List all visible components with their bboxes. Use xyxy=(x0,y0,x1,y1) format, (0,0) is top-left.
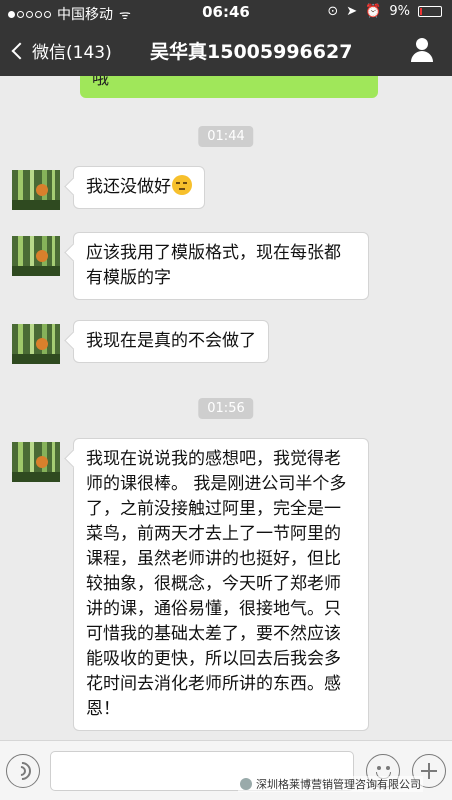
back-chevron-icon xyxy=(11,42,29,59)
incoming-message-bubble[interactable]: 应该我用了模版格式，现在每张都有模版的字 xyxy=(73,232,369,300)
battery-icon xyxy=(418,6,442,17)
message-text: 应该我用了模版格式，现在每张都有模版的字 xyxy=(86,243,341,288)
message-text: 我现在是真的不会做了 xyxy=(86,331,256,351)
location-icon: ➤ xyxy=(346,4,358,19)
back-label: 微信(143) xyxy=(32,43,112,63)
contact-avatar[interactable] xyxy=(12,236,60,276)
incoming-message-bubble[interactable]: 我还没做好 xyxy=(73,166,205,209)
watermark-text: 深圳格莱博营销管理咨询有限公司 xyxy=(256,778,421,791)
chat-header: 微信(143) 吴华真15005996627 xyxy=(0,26,452,76)
contact-info-icon[interactable] xyxy=(410,38,434,62)
message-timestamp: 01:56 xyxy=(198,398,254,419)
alarm-icon: ⏰ xyxy=(365,4,382,19)
contact-avatar[interactable] xyxy=(12,324,60,364)
message-text: 我现在说说我的感想吧，我觉得老师的课很棒。 我是刚进公司半个多了，之前没接触过阿… xyxy=(86,449,347,719)
chat-messages[interactable]: 哦 01:44 我还没做好 应该我用了模版格式，现在每张都有模版的字 我现在是真… xyxy=(0,76,452,740)
watermark: 深圳格莱博营销管理咨询有限公司 xyxy=(238,776,423,792)
voice-icon[interactable] xyxy=(6,754,40,788)
contact-avatar[interactable] xyxy=(12,170,60,210)
contact-avatar[interactable] xyxy=(12,442,60,482)
incoming-message-bubble[interactable]: 我现在是真的不会做了 xyxy=(73,320,269,363)
status-right: ⊙ ➤ ⏰ 9% xyxy=(327,4,442,19)
chat-title: 吴华真15005996627 xyxy=(150,41,353,63)
rotation-lock-icon: ⊙ xyxy=(327,4,339,19)
status-bar: 中国移动 ᯤ 06:46 ⊙ ➤ ⏰ 9% xyxy=(0,0,452,26)
battery-percent: 9% xyxy=(389,4,410,19)
message-timestamp: 01:44 xyxy=(198,126,254,147)
watermark-logo-icon xyxy=(240,778,252,790)
outgoing-message-bubble[interactable]: 哦 xyxy=(80,76,378,98)
incoming-message-bubble[interactable]: 我现在说说我的感想吧，我觉得老师的课很棒。 我是刚进公司半个多了，之前没接触过阿… xyxy=(73,438,369,731)
back-button[interactable]: 微信(143) xyxy=(10,38,112,63)
message-text: 我还没做好 xyxy=(86,177,171,197)
sad-face-emoji-icon xyxy=(172,175,192,195)
